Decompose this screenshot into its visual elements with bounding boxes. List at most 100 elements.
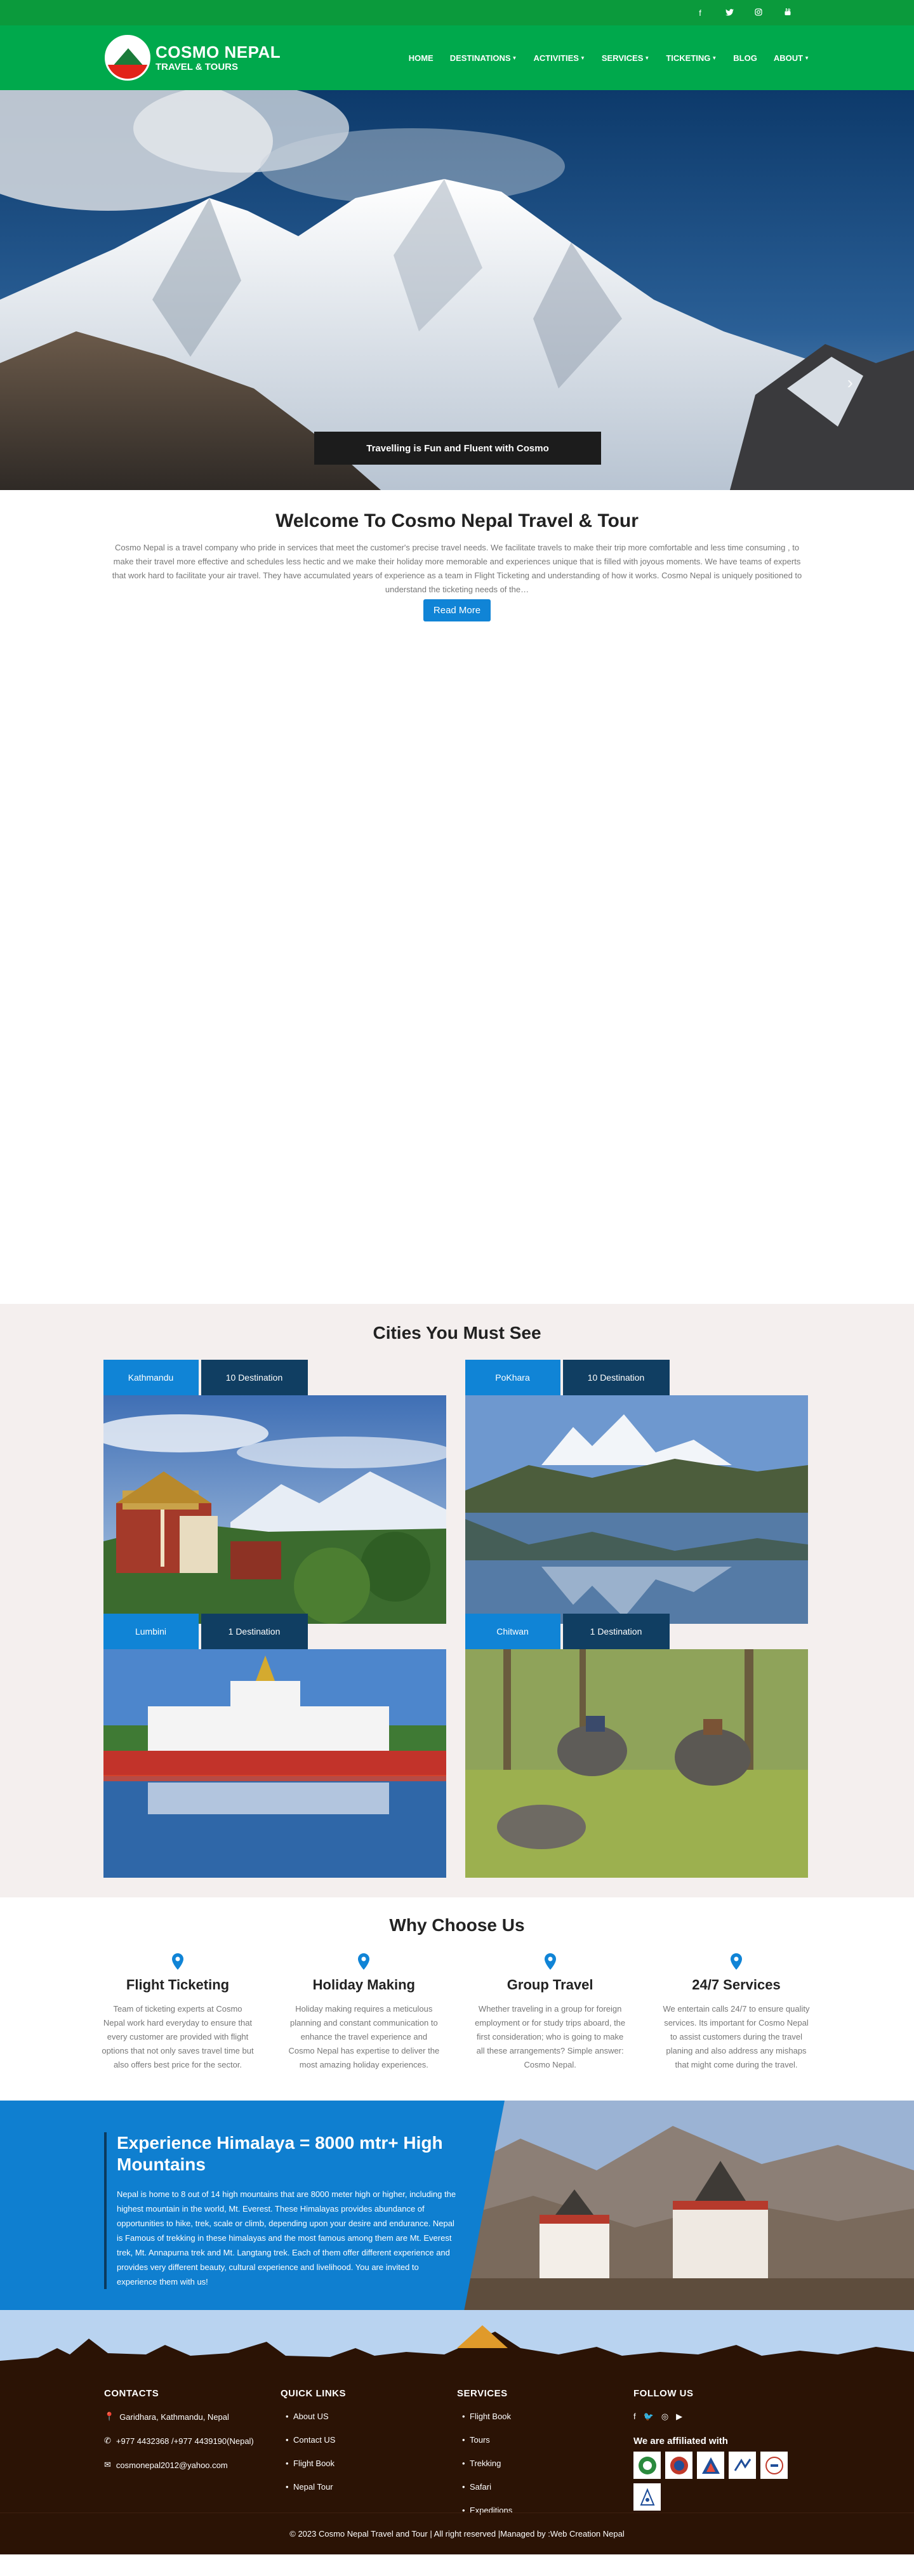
iata-logo [760,2452,788,2479]
service-link-safari[interactable]: Safari [457,2482,633,2492]
location-icon: 📍 [104,2412,115,2421]
hero-caption: Travelling is Fun and Fluent with Cosmo [314,432,601,465]
city-destination-count: 1 Destination [562,1614,670,1649]
city-name-tab[interactable]: Lumbini [103,1614,199,1649]
why-item-text: Whether traveling in a group for foreign… [475,2004,626,2069]
why-choose-section: Why Choose Us Flight Ticketing Team of t… [0,1897,914,2101]
facebook-icon[interactable]: f [633,2412,636,2422]
nav-home[interactable]: HOME [409,53,434,63]
himalaya-photo [444,2101,914,2310]
map-pin-icon [172,1953,183,1970]
nav-destinations[interactable]: DESTINATIONS ▼ [450,53,517,63]
nepal-gov-logo [665,2452,692,2479]
map-pin-icon [544,1953,556,1970]
hero-slider: Travelling is Fun and Fluent with Cosmo … [0,90,914,490]
service-link-tours[interactable]: Tours [457,2435,633,2445]
city-photo-chitwan[interactable] [465,1649,808,1878]
email-icon: ✉ [104,2460,111,2469]
city-name-tab[interactable]: PoKhara [465,1360,560,1395]
why-title: Why Choose Us [389,1915,525,1935]
welcome-text: Cosmo Nepal is a travel company who prid… [112,543,802,594]
nma-logo [633,2483,661,2511]
welcome-title: Welcome To Cosmo Nepal Travel & Tour [275,510,639,531]
logo-subtitle: TRAVEL & TOURS [156,62,239,72]
city-card-chitwan: Chitwan 1 Destination [465,1614,808,1878]
nav-blog[interactable]: BLOG [733,53,757,63]
facebook-icon[interactable]: f [694,8,706,18]
nav-activities[interactable]: ACTIVITIES ▼ [533,53,585,63]
footer-silhouette [0,2310,914,2377]
hero-mountain-image [0,90,914,490]
contact-address: Garidhara, Kathmandu, Nepal [119,2412,229,2422]
city-destination-count: 1 Destination [201,1614,308,1649]
taan-logo [697,2452,724,2479]
service-link-flight-book[interactable]: Flight Book [457,2412,633,2421]
footer-follow: FOLLOW US f 🐦 ◎ ▶ We are affiliated with [633,2388,810,2529]
natta-logo [729,2452,756,2479]
affiliation-logos [633,2452,792,2511]
city-card-kathmandu: Kathmandu 10 Destination [103,1360,446,1624]
city-name-tab[interactable]: Kathmandu [103,1360,199,1395]
why-item-title: Group Travel [507,1977,593,1993]
why-item-flight: Flight Ticketing Team of ticketing exper… [102,1953,254,2072]
contact-email[interactable]: cosmonepal2012@yahoo.com [116,2460,228,2470]
cities-section: Cities You Must See Kathmandu 10 Destina… [0,1304,914,1897]
nav-about[interactable]: ABOUT ▼ [774,53,809,63]
phone-icon: ✆ [104,2436,111,2445]
logo-emblem [105,35,150,81]
city-name-tab[interactable]: Chitwan [465,1614,560,1649]
nta-logo [633,2452,661,2479]
instagram-icon[interactable] [753,8,764,18]
footer-contacts-title: CONTACTS [104,2388,159,2399]
logo-title: COSMO NEPAL [156,43,281,62]
why-item-group: Group Travel Whether traveling in a grou… [474,1953,626,2072]
footer-follow-title: FOLLOW US [633,2388,694,2399]
read-more-button[interactable]: Read More [423,599,491,621]
map-pin-icon [358,1953,370,1970]
caret-down-icon: ▼ [712,55,717,61]
affiliated-title: We are affiliated with [633,2436,728,2447]
footer-services: SERVICES Flight Book Tours Trekking Safa… [457,2388,633,2529]
instagram-icon[interactable]: ◎ [661,2412,668,2422]
top-bar: f [0,0,914,25]
youtube-icon[interactable] [782,8,793,18]
service-link-trekking[interactable]: Trekking [457,2459,633,2468]
city-photo-kathmandu[interactable] [103,1395,446,1624]
city-card-pokhara: PoKhara 10 Destination [465,1360,808,1624]
why-item-title: Holiday Making [312,1977,415,1993]
nav-services[interactable]: SERVICES ▼ [602,53,649,63]
city-photo-lumbini[interactable] [103,1649,446,1878]
quick-link-contact[interactable]: Contact US [281,2435,457,2445]
main-nav: HOME DESTINATIONS ▼ ACTIVITIES ▼ SERVICES ▼… [409,53,809,63]
caret-down-icon: ▼ [512,55,517,61]
footer-quick-links: QUICK LINKS About US Contact US Flight B… [281,2388,457,2529]
why-item-holiday: Holiday Making Holiday making requires a… [288,1953,440,2072]
himalaya-text: Nepal is home to 8 out of 14 high mounta… [117,2189,456,2287]
why-item-text: Team of ticketing experts at Cosmo Nepal… [102,2004,254,2069]
site-logo[interactable]: COSMO NEPAL TRAVEL & TOURS [105,35,281,81]
city-card-lumbini: Lumbini 1 Destination [103,1614,446,1878]
twitter-icon[interactable] [724,8,735,18]
twitter-icon[interactable]: 🐦 [644,2412,654,2422]
quick-link-flight-book[interactable]: Flight Book [281,2459,457,2468]
copyright-text: © 2023 Cosmo Nepal Travel and Tour | All… [0,2513,914,2554]
nav-ticketing[interactable]: TICKETING ▼ [666,53,717,63]
caret-down-icon: ▼ [804,55,809,61]
why-item-text: We entertain calls 24/7 to ensure qualit… [663,2004,810,2069]
site-footer: CONTACTS 📍 Garidhara, Kathmandu, Nepal ✆ +… [0,2377,914,2554]
main-header: COSMO NEPAL TRAVEL & TOURS HOME DESTINAT… [0,25,914,90]
why-item-247: 24/7 Services We entertain calls 24/7 to… [660,1953,812,2072]
city-destination-count: 10 Destination [201,1360,308,1395]
quick-link-nepal-tour[interactable]: Nepal Tour [281,2482,457,2492]
city-destination-count: 10 Destination [562,1360,670,1395]
caret-down-icon: ▼ [580,55,585,61]
why-item-title: Flight Ticketing [126,1977,230,1993]
city-photo-pokhara[interactable] [465,1395,808,1624]
quick-link-about[interactable]: About US [281,2412,457,2421]
footer-services-title: SERVICES [457,2388,508,2399]
contact-phone[interactable]: +977 4432368 /+977 4439190(Nepal) [116,2436,254,2446]
slider-next-arrow[interactable]: › [847,373,853,393]
footer-quick-links-title: QUICK LINKS [281,2388,346,2399]
caret-down-icon: ▼ [644,55,650,61]
youtube-icon[interactable]: ▶ [676,2412,682,2422]
